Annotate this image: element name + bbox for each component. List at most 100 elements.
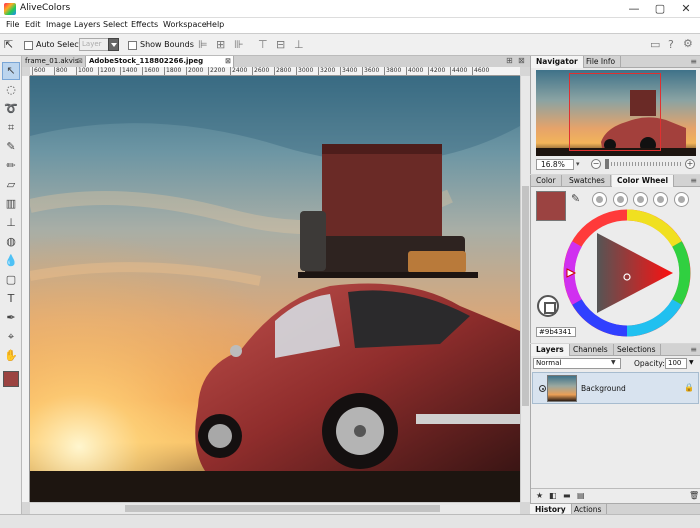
align-center-icon[interactable]: ⊞ (216, 38, 225, 51)
new-layer-icon[interactable]: ▤ (577, 491, 585, 500)
vertical-scroll-thumb[interactable] (522, 186, 529, 406)
tab-adobestock[interactable]: AdobeStock_118802266.jpeg ⊠ (86, 56, 234, 67)
tab-navigator[interactable]: Navigator (531, 56, 584, 68)
menu-effects[interactable]: Effects (131, 20, 158, 29)
zoom-input[interactable]: 16.8% (536, 159, 574, 170)
color-wheel[interactable] (563, 209, 691, 337)
menu-file[interactable]: File (6, 20, 19, 29)
navigator-view-rectangle[interactable] (569, 73, 661, 151)
tab-frame-01[interactable]: frame_01.akvis ⊠ (22, 56, 86, 67)
menu-image[interactable]: Image (46, 20, 71, 29)
tabs-close-icon[interactable]: ⊠ (518, 56, 525, 65)
ruler-tick: 3000 (296, 67, 314, 75)
navigator-thumbnail[interactable] (536, 70, 696, 156)
layer-select-arrow-icon[interactable] (108, 38, 119, 51)
brush-tool-icon[interactable]: ✎ (2, 138, 20, 156)
zoom-out-button[interactable]: − (591, 159, 601, 169)
tab-channels[interactable]: Channels (568, 344, 614, 356)
shape-tool-icon[interactable]: ▢ (2, 271, 20, 289)
panel-menu-icon[interactable]: ≡ (690, 57, 697, 66)
crop-tool-icon[interactable]: ⌗ (2, 119, 20, 137)
panel-menu-icon[interactable]: ≡ (690, 176, 697, 185)
adjustment-layer-icon[interactable]: ◧ (549, 491, 557, 500)
layer-item-background[interactable]: Background 🔒 (532, 372, 699, 404)
menu-select[interactable]: Select (103, 20, 128, 29)
eye-icon[interactable] (539, 385, 546, 392)
marquee-tool-icon[interactable]: ◌ (2, 81, 20, 99)
menu-layers[interactable]: Layers (74, 20, 100, 29)
tab-color[interactable]: Color (531, 175, 562, 187)
eyedropper-tool-icon[interactable]: ⌖ (2, 328, 20, 346)
help-icon[interactable]: ? (668, 38, 674, 51)
move-tool[interactable]: ↖ (2, 62, 20, 80)
lock-icon[interactable]: 🔒 (684, 383, 694, 392)
chat-icon[interactable]: ▭ (650, 38, 660, 51)
chevron-down-icon[interactable]: ▼ (689, 359, 694, 366)
text-tool-icon[interactable]: T (2, 290, 20, 308)
pen-tool-icon[interactable]: ✒ (2, 309, 20, 327)
zoom-dropdown-icon[interactable]: ▾ (576, 159, 586, 170)
chevron-down-icon[interactable]: ▼ (611, 359, 616, 366)
wheel-preset-icon[interactable] (613, 192, 628, 207)
zoom-in-button[interactable]: + (685, 159, 695, 169)
menu-help[interactable]: Help (206, 20, 224, 29)
close-tab-icon[interactable]: ⊠ (225, 56, 231, 67)
align-bottom-icon[interactable]: ⊥ (294, 38, 304, 51)
tab-swatches[interactable]: Swatches (564, 175, 611, 187)
stamp-tool-icon[interactable]: ⊥ (2, 214, 20, 232)
fx-icon[interactable]: ★ (536, 491, 543, 500)
ruler-tick: 800 (54, 67, 68, 75)
tab-color-wheel[interactable]: Color Wheel (612, 175, 675, 187)
maximize-button[interactable]: ▢ (647, 0, 673, 18)
wheel-preset-icon[interactable] (592, 192, 607, 207)
zoom-slider-knob[interactable] (605, 159, 609, 169)
minimize-button[interactable]: — (621, 0, 647, 18)
panel-menu-icon[interactable]: ≡ (690, 345, 697, 354)
trash-icon[interactable]: 🗑 (689, 491, 699, 500)
vertical-ruler (22, 76, 30, 502)
close-button[interactable]: ✕ (673, 0, 699, 18)
menu-edit[interactable]: Edit (25, 20, 41, 29)
tab-layers[interactable]: Layers (531, 344, 570, 356)
hex-color-input[interactable]: #9b4341 (536, 327, 576, 337)
horizontal-scroll-thumb[interactable] (125, 505, 440, 512)
align-middle-icon[interactable]: ⊟ (276, 38, 285, 51)
drop-tool-icon[interactable]: 💧 (2, 252, 20, 270)
wheel-preset-icon[interactable] (674, 192, 689, 207)
eyedropper-icon[interactable]: ✎ (571, 192, 580, 205)
move-tool-icon: ⇱ (4, 38, 14, 51)
document-tabs: frame_01.akvis ⊠ AdobeStock_118802266.jp… (22, 56, 530, 67)
fill-tool-icon[interactable]: ▥ (2, 195, 20, 213)
foreground-color-swatch[interactable] (3, 371, 19, 387)
eraser-tool-icon[interactable]: ▱ (2, 176, 20, 194)
tab-file-info[interactable]: File Info (581, 56, 622, 68)
show-bounds-checkbox[interactable] (128, 41, 137, 50)
wheel-preset-icon[interactable] (633, 192, 648, 207)
ruler-tick: 4000 (406, 67, 424, 75)
auto-select-checkbox[interactable] (24, 41, 33, 50)
lasso-tool-icon[interactable]: ➰ (2, 100, 20, 118)
history-actions-tabs: History Actions (530, 503, 700, 515)
wheel-preset-icon[interactable] (653, 192, 668, 207)
pencil-tool-icon[interactable]: ✏ (2, 157, 20, 175)
folder-icon[interactable]: ▬ (563, 491, 571, 500)
vertical-scrollbar[interactable] (520, 76, 530, 502)
tabs-menu-icon[interactable]: ⊞ (506, 56, 513, 65)
hand-tool-icon[interactable]: ✋ (2, 347, 20, 365)
align-top-icon[interactable]: ⊤ (258, 38, 268, 51)
image-canvas[interactable] (30, 76, 520, 502)
current-color-swatch[interactable] (536, 191, 566, 221)
opacity-input[interactable]: 100 (665, 358, 687, 369)
tab-selections[interactable]: Selections (612, 344, 662, 356)
color-mode-button[interactable] (537, 295, 559, 317)
close-tab-icon[interactable]: ⊠ (77, 56, 83, 67)
zoom-slider[interactable] (605, 162, 681, 166)
blend-mode-select[interactable]: Normal (533, 358, 621, 369)
blur-tool-icon[interactable]: ◍ (2, 233, 20, 251)
align-right-icon[interactable]: ⊪ (234, 38, 244, 51)
ruler-tick: 1800 (164, 67, 182, 75)
gear-icon[interactable]: ⚙ (683, 37, 693, 50)
menu-workspace[interactable]: Workspace (163, 20, 207, 29)
horizontal-scrollbar[interactable] (30, 502, 520, 514)
align-left-icon[interactable]: ⊫ (198, 38, 208, 51)
